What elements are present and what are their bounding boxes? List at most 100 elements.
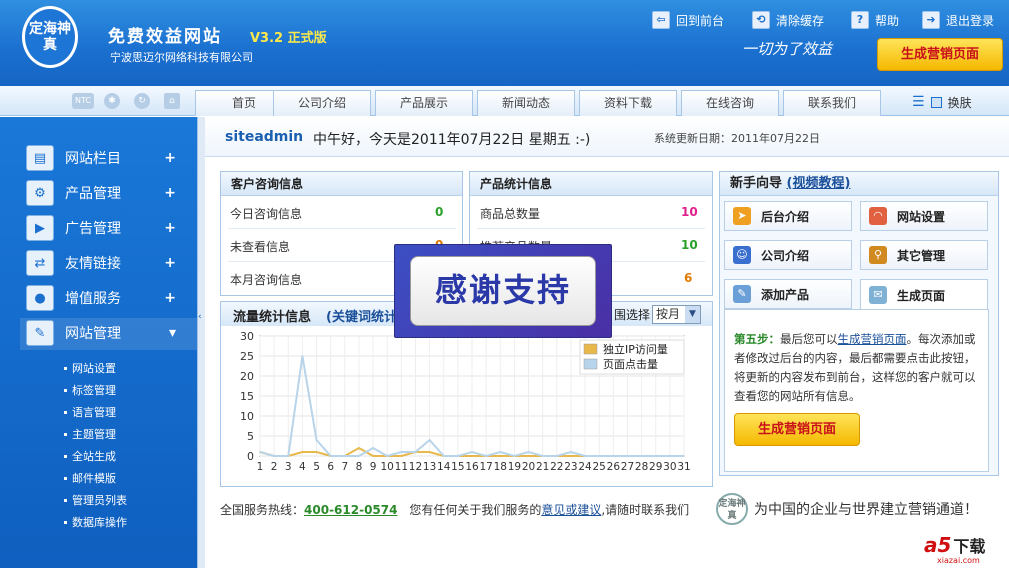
skin-switch[interactable]: ☰ 换肤 (912, 92, 972, 112)
expand-icon[interactable]: + (164, 185, 176, 201)
watermark-brand: a5 (924, 533, 952, 557)
sidebar-item-site-admin[interactable]: ✎ 网站管理 ▾ (26, 319, 186, 347)
stats-title: 流量统计信息 (233, 310, 312, 325)
sidebar-item-label: 广告管理 (65, 221, 121, 237)
keyword-stats-link[interactable]: (关键词统计 (326, 306, 397, 325)
sidebar-toggle-strip[interactable]: ‹ (197, 117, 205, 568)
collapse-icon[interactable]: ▾ (169, 325, 176, 341)
hotline-number[interactable]: 400-612-0574 (304, 503, 397, 517)
ntc-icon[interactable]: NTC (72, 93, 94, 109)
guide-generate-page-button[interactable]: ✉ 生成页面 (860, 279, 988, 310)
data-point (301, 451, 304, 453)
sidebar-subitem-admin-list[interactable]: 管理员列表 (64, 492, 127, 508)
legend-label: 页面点击量 (603, 358, 658, 371)
generate-page-button-guide[interactable]: 生成营销页面 (734, 413, 860, 446)
sidebar-item-columns[interactable]: ▤ 网站栏目 + (26, 144, 186, 172)
sidebar-subitem-site-settings[interactable]: 网站设置 (64, 360, 116, 376)
sidebar-subitem-tags[interactable]: 标签管理 (64, 382, 116, 398)
sidebar-subitem-mail-template[interactable]: 邮件模版 (64, 470, 116, 486)
chevron-down-icon[interactable]: ▼ (685, 306, 700, 323)
tab-downloads[interactable]: 资料下载 (579, 90, 677, 116)
skin-label: 换肤 (947, 95, 972, 110)
data-point (669, 455, 671, 457)
guide-site-settings-button[interactable]: ◠ 网站设置 (860, 201, 988, 231)
row-divider (228, 228, 456, 229)
tab-company[interactable]: 公司介绍 (273, 90, 371, 116)
tab-online-consult[interactable]: 在线咨询 (681, 90, 779, 116)
sidebar-subitem-theme[interactable]: 主题管理 (64, 426, 116, 442)
sidebar-subitem-database[interactable]: 数据库操作 (64, 514, 127, 530)
guide-button-label: 网站设置 (897, 209, 946, 224)
y-tick-label: 30 (240, 330, 254, 343)
data-point (584, 455, 586, 457)
guide-backend-intro-button[interactable]: ➤ 后台介绍 (724, 201, 852, 231)
feedback-pre: 您有任何关于我们服务的 (409, 503, 542, 517)
data-point (527, 451, 530, 453)
tab-products[interactable]: 产品展示 (375, 90, 473, 116)
y-tick-label: 25 (240, 350, 254, 363)
guide-step-text: 第五步：最后您可以生成营销页面。每次添加或者修改过后台的内容，最后都需要点击此按… (734, 330, 986, 406)
expand-icon[interactable]: + (164, 290, 176, 306)
guide-company-intro-button[interactable]: ☺ 公司介绍 (724, 240, 852, 270)
guide-button-label: 添加产品 (761, 287, 810, 302)
tab-news[interactable]: 新闻动态 (477, 90, 575, 116)
x-tick-label: 12 (409, 461, 422, 473)
y-tick-label: 5 (247, 430, 254, 443)
x-tick-label: 7 (341, 461, 348, 473)
a5-watermark: a5 下载 (924, 533, 985, 557)
refresh-icon[interactable]: ↻ (134, 93, 150, 109)
back-to-front-link[interactable]: ⇦ 回到前台 (652, 10, 724, 30)
x-tick-label: 18 (494, 461, 507, 473)
logout-link[interactable]: ➜ 退出登录 (922, 10, 994, 30)
x-tick-label: 16 (465, 461, 479, 473)
settings-icon[interactable]: ✱ (104, 93, 120, 109)
video-tutorial-link[interactable]: (视频教程) (787, 176, 851, 191)
sidebar-item-value-added[interactable]: ● 增值服务 + (26, 284, 186, 312)
data-point (386, 455, 388, 457)
sidebar-item-label: 友情链接 (65, 256, 121, 272)
x-tick-label: 3 (285, 461, 292, 473)
sidebar-item-ads[interactable]: ▶ 广告管理 + (26, 214, 186, 242)
tab-contact[interactable]: 联系我们 (783, 90, 881, 116)
guide-other-admin-button[interactable]: ⚲ 其它管理 (860, 240, 988, 270)
gears-icon: ⚙ (26, 180, 54, 206)
watermark-text: 下载 (953, 537, 986, 556)
expand-icon[interactable]: + (164, 220, 176, 236)
subitem-label: 数据库操作 (72, 516, 127, 529)
x-tick-label: 2 (271, 461, 278, 473)
top-link-label: 帮助 (875, 13, 900, 28)
list-icon[interactable]: ☰ (912, 94, 925, 110)
expand-icon[interactable]: + (164, 150, 176, 166)
feedback-link[interactable]: 意见或建议 (541, 503, 601, 517)
sidebar-item-links[interactable]: ⇄ 友情链接 + (26, 249, 186, 277)
data-point (598, 455, 600, 457)
step-link[interactable]: 生成营销页面 (838, 332, 907, 346)
help-link[interactable]: ? 帮助 (851, 10, 899, 30)
feedback-post: ,请随时联系我们 (601, 503, 690, 517)
data-point (372, 455, 374, 457)
sidebar-subitem-generate-all[interactable]: 全站生成 (64, 448, 116, 464)
generate-page-button[interactable]: 生成营销页面 (877, 38, 1003, 71)
user-icon: ☺ (733, 246, 751, 264)
tools-icon: ✎ (26, 320, 54, 346)
home-icon[interactable]: ⌂ (164, 93, 180, 109)
clear-cache-link[interactable]: ⟲ 清除缓存 (752, 10, 824, 30)
data-point (273, 455, 275, 457)
footer-logo: 定海神真 (716, 493, 748, 525)
guide-add-product-button[interactable]: ✎ 添加产品 (724, 279, 852, 309)
data-point (654, 455, 657, 457)
thanks-overlay-text: 感谢支持 (410, 256, 596, 326)
data-point (358, 447, 360, 449)
site-logo[interactable]: 定海神真 (22, 6, 78, 68)
x-tick-label: 10 (381, 461, 394, 473)
x-tick-label: 1 (257, 461, 264, 473)
top-link-label: 退出登录 (946, 13, 995, 28)
sidebar-item-products[interactable]: ⚙ 产品管理 + (26, 179, 186, 207)
x-tick-label: 19 (508, 461, 521, 473)
sidebar-subitem-language[interactable]: 语言管理 (64, 404, 116, 420)
data-point (612, 455, 615, 457)
expand-icon[interactable]: + (164, 255, 176, 271)
collapse-arrow-icon[interactable]: ‹ (198, 312, 202, 322)
x-tick-label: 22 (550, 461, 563, 473)
row-label: 本月咨询信息 (230, 273, 303, 287)
